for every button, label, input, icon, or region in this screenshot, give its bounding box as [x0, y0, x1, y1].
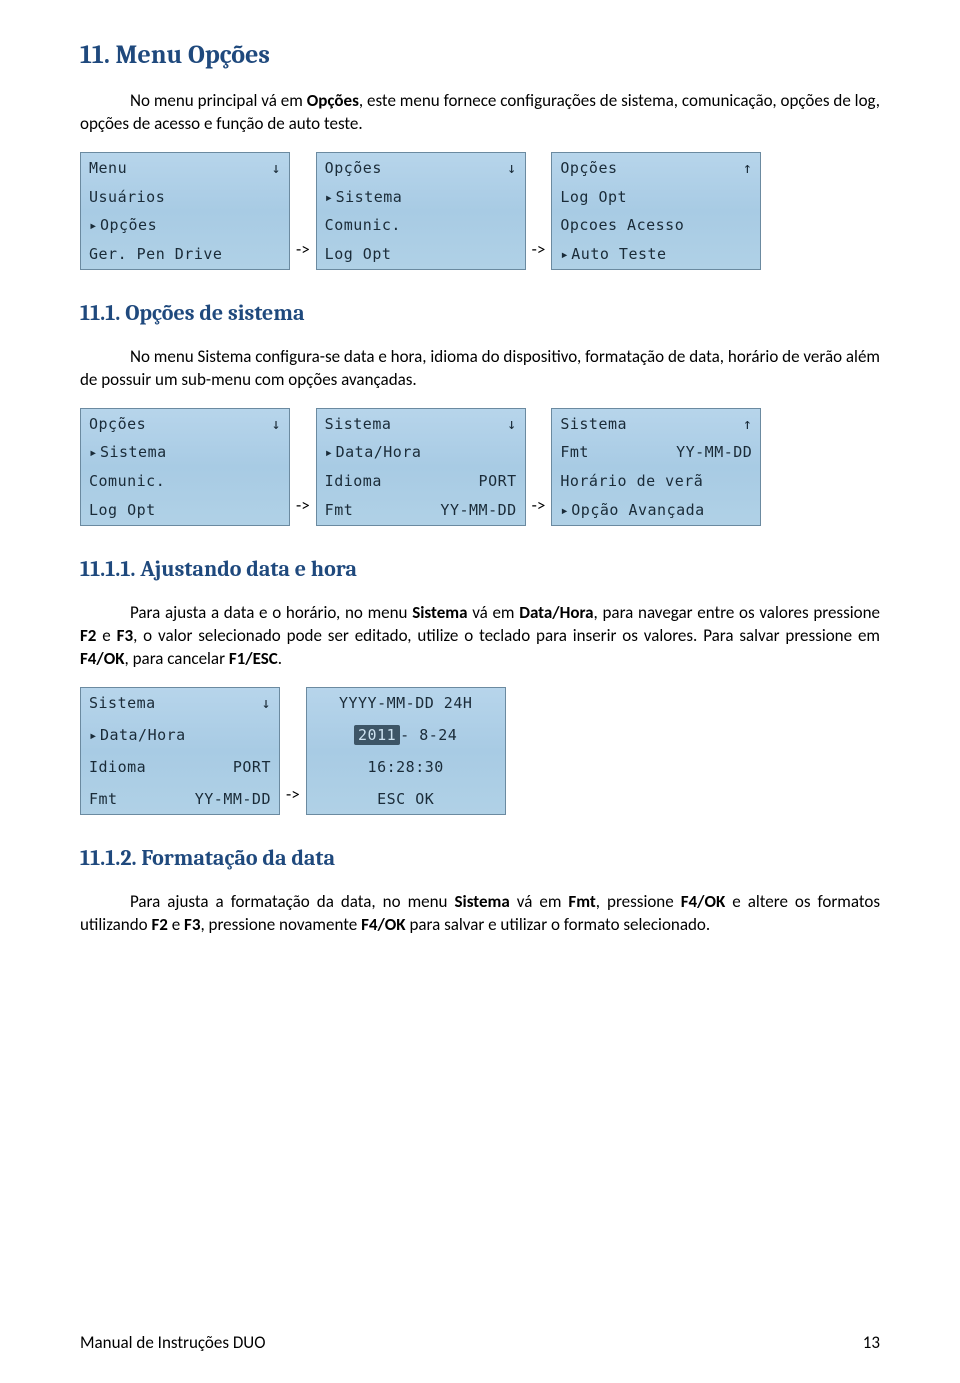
lcd-opcoes-2: Opções Log Opt Opcoes Acesso Auto Teste	[551, 152, 761, 270]
lcd-text: Sistema	[560, 415, 742, 433]
lcd-text: Sistema	[325, 415, 507, 433]
down-arrow-icon	[507, 415, 517, 433]
lcd-text: 16:28:30	[315, 758, 497, 776]
down-arrow-icon	[507, 159, 517, 177]
paragraph-11-1: No menu Sistema configura-se data e hora…	[80, 346, 880, 392]
lcd-text: Opções	[560, 159, 742, 177]
lcd-sistema-2: Sistema FmtYY-MM-DD Horário de verã Opçã…	[551, 408, 761, 526]
arrow-text: ->	[286, 784, 300, 815]
footer-title: Manual de Instruções DUO	[80, 1332, 265, 1353]
lcd-text: YY-MM-DD	[676, 443, 752, 461]
page-footer: Manual de Instruções DUO 13	[80, 1332, 880, 1353]
lcd-text: YYYY-MM-DD 24H	[315, 694, 497, 712]
lcd-opcoes-sistema: Opções Sistema Comunic. Log Opt	[80, 408, 290, 526]
lcd-text: Comunic.	[325, 216, 517, 234]
lcd-text: ESC OK	[315, 790, 497, 808]
lcd-text: Opções	[89, 415, 271, 433]
lcd-text: Fmt	[325, 501, 441, 519]
lcd-selected: Sistema	[89, 443, 281, 461]
lcd-menu: Menu Usuários Opções Ger. Pen Drive	[80, 152, 290, 270]
down-arrow-icon	[271, 159, 281, 177]
lcd-text: Usuários	[89, 188, 281, 206]
lcd-text: Log Opt	[89, 501, 281, 519]
lcd-text: Idioma	[89, 758, 233, 776]
lcd-text: Sistema	[89, 694, 261, 712]
lcd-selected: Auto Teste	[560, 245, 752, 263]
lcd-text: Opções	[325, 159, 507, 177]
lcd-text: YY-MM-DD	[440, 501, 516, 519]
lcd-text: Comunic.	[89, 472, 281, 490]
lcd-text: Log Opt	[560, 188, 752, 206]
lcd-text: Menu	[89, 159, 271, 177]
paragraph-11: No menu principal vá em Opções, este men…	[80, 90, 880, 136]
lcd-text: Fmt	[560, 443, 676, 461]
arrow-text: ->	[532, 495, 546, 526]
lcd-text: Opcoes Acesso	[560, 216, 752, 234]
lcd-text: PORT	[233, 758, 271, 776]
screens-row-11-1: Opções Sistema Comunic. Log Opt -> Siste…	[80, 408, 880, 526]
lcd-text: - 8-24	[400, 726, 457, 744]
paragraph-11-1-1: Para ajusta a data e o horário, no menu …	[80, 602, 880, 671]
lcd-sistema-datahora: Sistema Data/Hora IdiomaPORT FmtYY-MM-DD	[80, 687, 280, 815]
lcd-text: PORT	[479, 472, 517, 490]
heading-11-1-1: 11.1.1. Ajustando data e hora	[80, 556, 880, 582]
lcd-selected: Opções	[89, 216, 281, 234]
lcd-text: Fmt	[89, 790, 195, 808]
lcd-opcoes: Opções Sistema Comunic. Log Opt	[316, 152, 526, 270]
screens-row-11: Menu Usuários Opções Ger. Pen Drive -> O…	[80, 152, 880, 270]
lcd-text: Ger. Pen Drive	[89, 245, 281, 263]
lcd-sistema: Sistema Data/Hora IdiomaPORT FmtYY-MM-DD	[316, 408, 526, 526]
arrow-text: ->	[296, 495, 310, 526]
paragraph-11-1-2: Para ajusta a formatação da data, no men…	[80, 891, 880, 937]
up-arrow-icon	[743, 159, 753, 177]
screens-row-11-1-1: Sistema Data/Hora IdiomaPORT FmtYY-MM-DD…	[80, 687, 880, 815]
arrow-text: ->	[296, 239, 310, 270]
lcd-text: Idioma	[325, 472, 479, 490]
heading-11: 11. Menu Opções	[80, 40, 880, 70]
lcd-text: Horário de verã	[560, 472, 752, 490]
heading-11-1: 11.1. Opções de sistema	[80, 300, 880, 326]
lcd-text: Log Opt	[325, 245, 517, 263]
lcd-selected: Data/Hora	[325, 443, 517, 461]
lcd-date-line: 2011- 8-24	[315, 726, 497, 744]
up-arrow-icon	[743, 415, 753, 433]
lcd-text: YY-MM-DD	[195, 790, 271, 808]
lcd-selected: Opção Avançada	[560, 501, 752, 519]
lcd-selected: Sistema	[325, 188, 517, 206]
selected-year: 2011	[354, 725, 400, 745]
lcd-date-time: YYYY-MM-DD 24H 2011- 8-24 16:28:30 ESC O…	[306, 687, 506, 815]
heading-11-1-2: 11.1.2. Formatação da data	[80, 845, 880, 871]
down-arrow-icon	[271, 415, 281, 433]
lcd-selected: Data/Hora	[89, 726, 271, 744]
page-number: 13	[863, 1332, 880, 1353]
down-arrow-icon	[261, 694, 271, 712]
arrow-text: ->	[532, 239, 546, 270]
